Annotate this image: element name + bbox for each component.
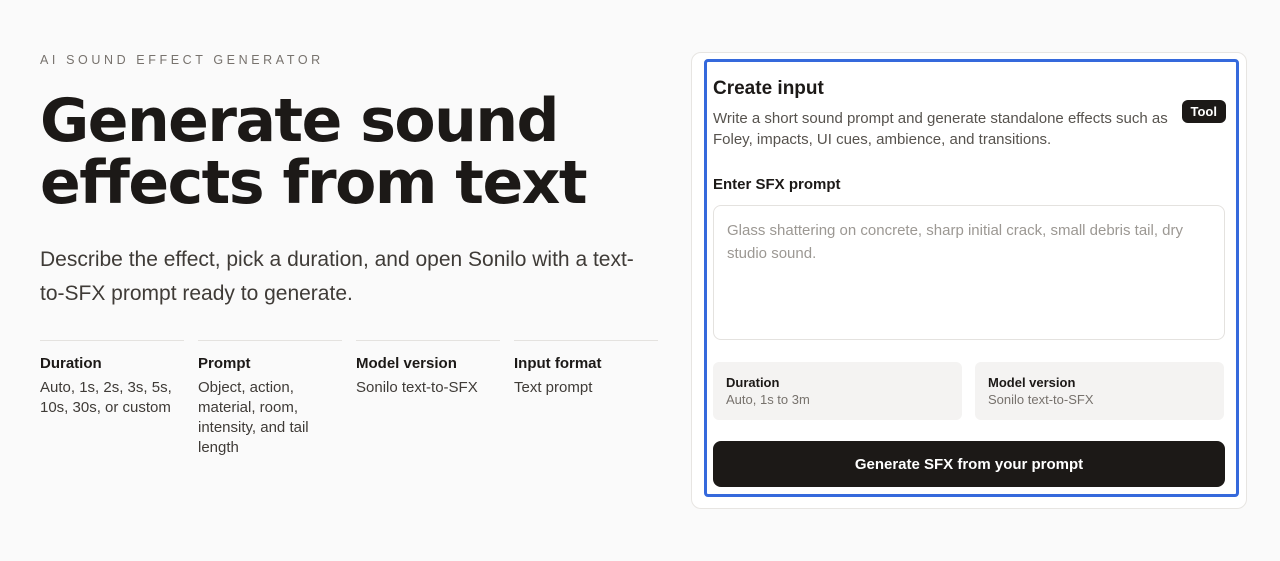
duration-title: Duration xyxy=(726,375,780,390)
sfx-prompt-input[interactable] xyxy=(714,206,1224,339)
hero-subtitle: Describe the effect, pick a duration, an… xyxy=(40,248,634,305)
eyebrow-label: AI SOUND EFFECT GENERATOR xyxy=(40,53,324,67)
tool-badge: Tool xyxy=(1181,100,1226,123)
spec-value: Object, action, material, room, intensit… xyxy=(198,379,309,456)
model-version-selector[interactable]: Model version Sonilo text-to-SFX xyxy=(975,362,1224,420)
spec-list: Duration Auto, 1s, 2s, 3s, 5s, 10s, 30s,… xyxy=(40,340,658,458)
duration-selector[interactable]: Duration Auto, 1s to 3m xyxy=(713,362,962,420)
card-description: Write a short sound prompt and generate … xyxy=(713,110,1168,148)
page: AI SOUND EFFECT GENERATOR Generate sound… xyxy=(0,0,1280,561)
spec-value: Text prompt xyxy=(514,379,593,396)
spec-model-version: Model version Sonilo text-to-SFX xyxy=(356,340,500,458)
spec-input-format: Input format Text prompt xyxy=(514,340,658,458)
model-version-title: Model version xyxy=(988,375,1076,390)
card-title: Create input xyxy=(713,78,824,99)
spec-title: Input format xyxy=(514,355,602,372)
spec-prompt: Prompt Object, action, material, room, i… xyxy=(198,340,342,458)
page-title: Generate sound effects from text xyxy=(40,86,588,218)
spec-duration: Duration Auto, 1s, 2s, 3s, 5s, 10s, 30s,… xyxy=(40,340,184,458)
generate-sfx-button[interactable]: Generate SFX from your prompt xyxy=(713,441,1225,487)
duration-value: Auto, 1s to 3m xyxy=(726,392,810,407)
prompt-box xyxy=(713,205,1225,340)
create-input-card: Create input Write a short sound prompt … xyxy=(704,59,1239,497)
spec-value: Auto, 1s, 2s, 3s, 5s, 10s, 30s, or custo… xyxy=(40,379,172,416)
model-version-value: Sonilo text-to-SFX xyxy=(988,392,1094,407)
spec-title: Duration xyxy=(40,355,102,372)
spec-title: Model version xyxy=(356,355,457,372)
prompt-label: Enter SFX prompt xyxy=(713,176,841,193)
spec-title: Prompt xyxy=(198,355,251,372)
spec-value: Sonilo text-to-SFX xyxy=(356,379,478,396)
